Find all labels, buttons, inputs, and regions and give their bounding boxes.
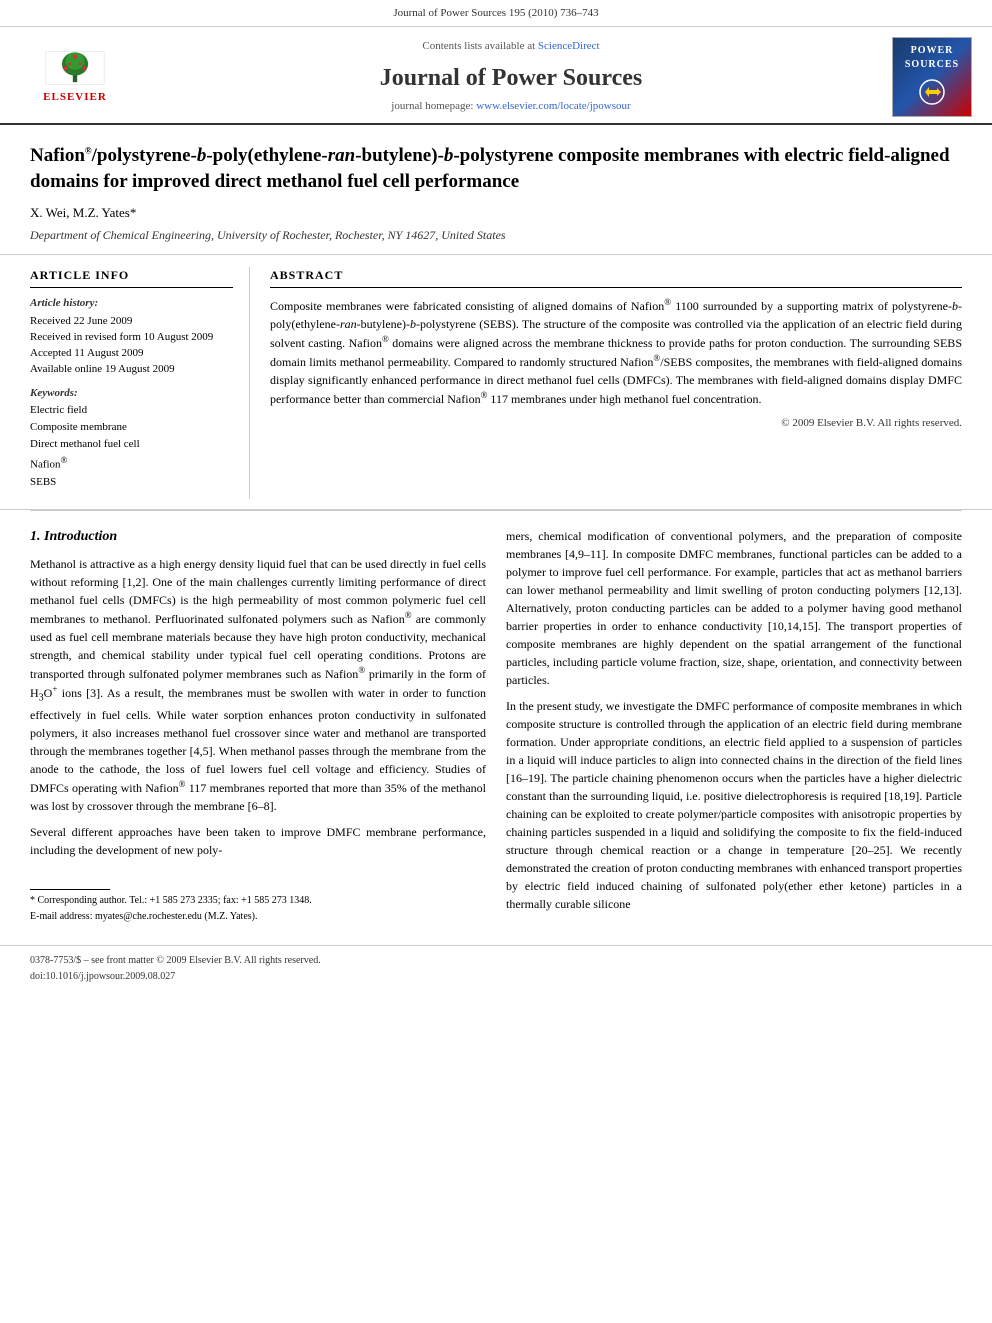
article-info-heading: ARTICLE INFO bbox=[30, 267, 233, 287]
journal-top-bar: Journal of Power Sources 195 (2010) 736–… bbox=[0, 0, 992, 27]
keywords-label: Keywords: bbox=[30, 386, 233, 402]
abstract-text: Composite membranes were fabricated cons… bbox=[270, 296, 962, 408]
footnote-corresponding: * Corresponding author. Tel.: +1 585 273… bbox=[30, 894, 486, 909]
article-history-group: Article history: Received 22 June 2009 R… bbox=[30, 296, 233, 378]
journal-homepage: journal homepage: www.elsevier.com/locat… bbox=[130, 99, 892, 115]
history-label: Article history: bbox=[30, 296, 233, 312]
intro-paragraph-2: Several different approaches have been t… bbox=[30, 823, 486, 859]
keyword-1: Electric field bbox=[30, 403, 233, 419]
keyword-2: Composite membrane bbox=[30, 420, 233, 436]
right-paragraph-1: mers, chemical modification of conventio… bbox=[506, 527, 962, 689]
journal-citation: Journal of Power Sources 195 (2010) 736–… bbox=[393, 7, 598, 19]
article-authors: X. Wei, M.Z. Yates* bbox=[30, 204, 962, 223]
article-title-section: Nafion®/polystyrene-b-poly(ethylene-ran-… bbox=[0, 125, 992, 256]
journal-title-center: Contents lists available at ScienceDirec… bbox=[130, 39, 892, 116]
article-info-column: ARTICLE INFO Article history: Received 2… bbox=[30, 267, 250, 498]
available-date: Available online 19 August 2009 bbox=[30, 362, 233, 378]
body-section: 1. Introduction Methanol is attractive a… bbox=[0, 511, 992, 935]
section-number: 1. Introduction bbox=[30, 529, 117, 544]
keyword-3: Direct methanol fuel cell bbox=[30, 437, 233, 453]
body-left-column: 1. Introduction Methanol is attractive a… bbox=[30, 527, 486, 925]
journal-cover-text: POWER SOURCES bbox=[905, 44, 959, 111]
authors-text: X. Wei, M.Z. Yates* bbox=[30, 205, 136, 220]
homepage-url[interactable]: www.elsevier.com/locate/jpowsour bbox=[476, 100, 630, 112]
elsevier-brand-text: ELSEVIER bbox=[43, 90, 107, 106]
page-footer: 0378-7753/$ – see front matter © 2009 El… bbox=[0, 945, 992, 991]
journal-header: ELSEVIER Contents lists available at Sci… bbox=[0, 27, 992, 125]
keywords-group: Keywords: Electric field Composite membr… bbox=[30, 386, 233, 491]
footnote-divider bbox=[30, 889, 110, 890]
journal-name: Journal of Power Sources bbox=[130, 61, 892, 96]
right-paragraph-2: In the present study, we investigate the… bbox=[506, 697, 962, 913]
elsevier-tree-icon bbox=[40, 48, 110, 88]
footer-doi: doi:10.1016/j.jpowsour.2009.08.027 bbox=[30, 970, 962, 985]
contents-line: Contents lists available at ScienceDirec… bbox=[130, 39, 892, 55]
abstract-column: ABSTRACT Composite membranes were fabric… bbox=[270, 267, 962, 498]
footnote-email: E-mail address: myates@che.rochester.edu… bbox=[30, 910, 486, 925]
intro-paragraph-1: Methanol is attractive as a high energy … bbox=[30, 555, 486, 814]
keyword-5: SEBS bbox=[30, 475, 233, 491]
article-title: Nafion®/polystyrene-b-poly(ethylene-ran-… bbox=[30, 143, 962, 194]
page-wrapper: Journal of Power Sources 195 (2010) 736–… bbox=[0, 0, 992, 991]
contents-text: Contents lists available at bbox=[422, 40, 535, 52]
copyright-line: © 2009 Elsevier B.V. All rights reserved… bbox=[270, 416, 962, 432]
homepage-label: journal homepage: bbox=[391, 100, 476, 112]
keywords-list: Electric field Composite membrane Direct… bbox=[30, 403, 233, 490]
footnote-area: * Corresponding author. Tel.: +1 585 273… bbox=[30, 889, 486, 925]
intro-section-title: 1. Introduction bbox=[30, 527, 486, 547]
article-affiliation: Department of Chemical Engineering, Univ… bbox=[30, 227, 962, 244]
journal-cover-image: POWER SOURCES bbox=[892, 37, 972, 117]
accepted-date: Accepted 11 August 2009 bbox=[30, 346, 233, 362]
abstract-heading: ABSTRACT bbox=[270, 267, 962, 287]
article-info-abstract-section: ARTICLE INFO Article history: Received 2… bbox=[0, 255, 992, 509]
footer-issn: 0378-7753/$ – see front matter © 2009 El… bbox=[30, 954, 962, 969]
elsevier-logo: ELSEVIER bbox=[20, 48, 130, 106]
body-right-column: mers, chemical modification of conventio… bbox=[506, 527, 962, 925]
revised-date: Received in revised form 10 August 2009 bbox=[30, 330, 233, 346]
sciencedirect-link[interactable]: ScienceDirect bbox=[538, 40, 600, 52]
keyword-4: Nafion® bbox=[30, 454, 233, 474]
received-date: Received 22 June 2009 bbox=[30, 314, 233, 330]
